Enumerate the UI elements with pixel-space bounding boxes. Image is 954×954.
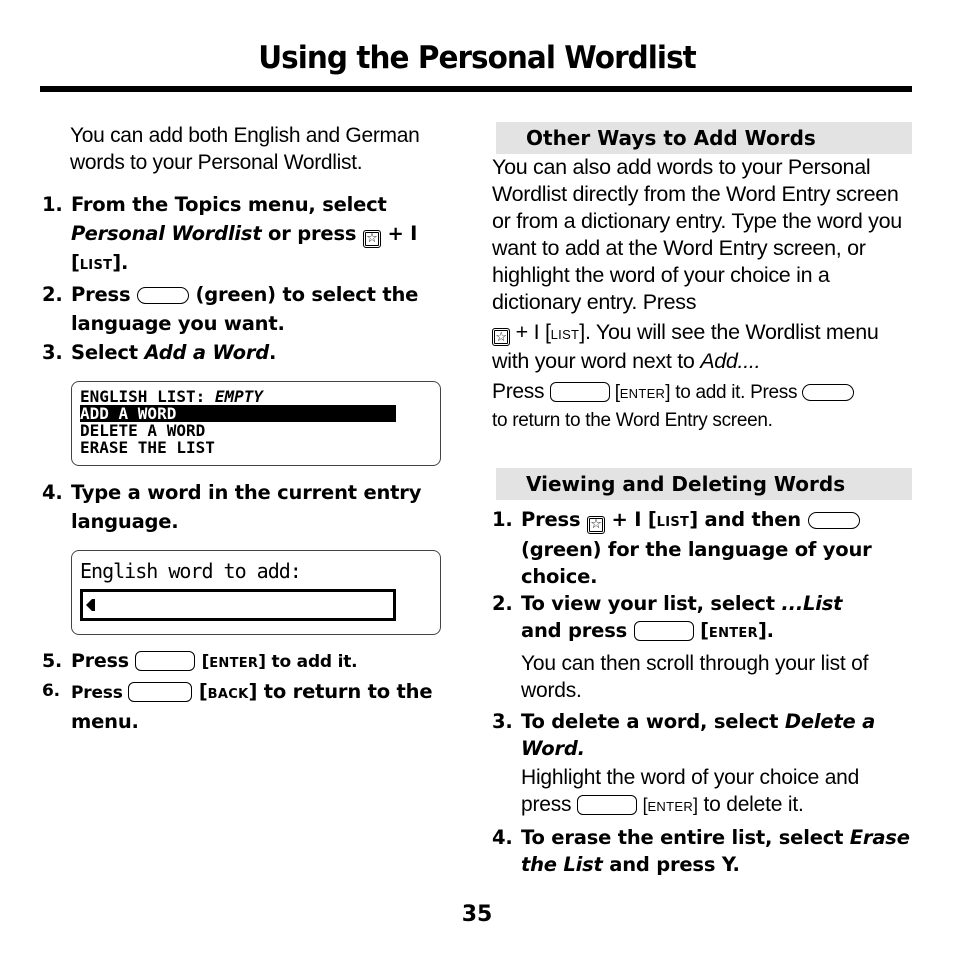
- enter-key-icon: [577, 795, 637, 815]
- other-ways-paragraph-3: Press [ENTER] to add it. Press to return…: [492, 378, 914, 434]
- screen-header: ENGLISH LIST: EMPTY: [80, 387, 264, 406]
- star-key-icon: ☆: [362, 230, 381, 248]
- step-3: 3. Select Add a Word.: [42, 341, 277, 364]
- other-ways-paragraph: You can also add words to your Personal …: [492, 155, 902, 314]
- enter-key-icon: [633, 621, 694, 641]
- page-title: Using the Personal Wordlist: [258, 40, 697, 76]
- menu-item-add-a-word[interactable]: ADD A WORD: [80, 405, 396, 422]
- page-number: 35: [461, 902, 493, 927]
- step-1: 1. From the Topics menu, select Personal…: [42, 193, 418, 274]
- step-4: 4. Type a word in the current entry lang…: [42, 481, 422, 533]
- green-key-icon: [136, 287, 189, 304]
- word-input-field[interactable]: [80, 589, 396, 621]
- enter-key-icon: [135, 651, 196, 671]
- enter-key-icon: [549, 382, 610, 402]
- title-rule: [40, 86, 912, 92]
- right-column: Other Ways to Add Words You can also add…: [492, 122, 914, 878]
- cursor-icon: [86, 599, 95, 611]
- back-key-icon: [802, 384, 855, 401]
- section-heading-viewing-deleting: Viewing and Deleting Words: [496, 468, 912, 500]
- menu-item-erase-the-list[interactable]: ERASE THE LIST: [80, 439, 432, 456]
- menu-item-delete-a-word[interactable]: DELETE A WORD: [80, 422, 432, 439]
- word-entry-screen: English word to add:: [71, 550, 441, 635]
- wordlist-menu-screen: ENGLISH LIST: EMPTY ADD A WORD DELETE A …: [71, 381, 441, 466]
- view-step-4: 4. To erase the entire list, select Eras…: [492, 826, 910, 876]
- view-step-2: 2. To view your list, select ...List and…: [492, 592, 869, 702]
- star-key-icon: ☆: [586, 516, 605, 534]
- entry-prompt: English word to add:: [80, 559, 302, 583]
- view-step-3: 3. To delete a word, select Delete a Wor…: [492, 710, 876, 816]
- step-5: 5. Press [ENTER] to add it.: [42, 650, 358, 672]
- intro-text: You can add both English and German word…: [70, 124, 420, 174]
- left-column: You can add both English and German word…: [42, 122, 462, 735]
- step-6: 6. Press [BACK] to return to the menu.: [42, 680, 433, 733]
- section-heading-other-ways: Other Ways to Add Words: [496, 122, 912, 154]
- other-ways-paragraph-2: ☆ + I [LIST]. You will see the Wordlist …: [492, 320, 879, 373]
- back-key-icon: [128, 682, 193, 702]
- green-key-icon: [807, 512, 860, 529]
- view-step-1: 1. Press ☆ + I [LIST] and then (green) f…: [492, 508, 872, 588]
- step-2: 2. Press (green) to select the language …: [42, 283, 419, 335]
- star-key-icon: ☆: [492, 328, 510, 346]
